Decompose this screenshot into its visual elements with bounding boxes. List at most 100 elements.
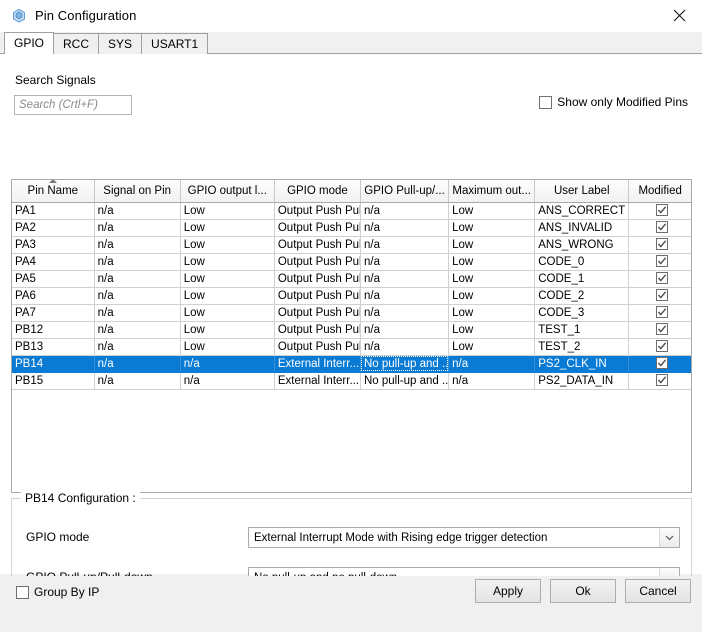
cell-pin-name: PA2 [12, 219, 95, 237]
col-header-gpio-output-level[interactable]: GPIO output l... [180, 180, 275, 203]
cell-modified-checkbox[interactable] [628, 202, 691, 220]
checkbox-checked-icon [655, 374, 668, 387]
tab-bar: GPIO RCC SYS USART1 [0, 32, 702, 54]
cell-pin-name: PA1 [12, 202, 95, 220]
group-by-ip-checkbox[interactable]: Group By IP [16, 585, 99, 599]
cell-pin-name: PA4 [12, 253, 95, 271]
cell-user-label: ANS_WRONG [534, 236, 630, 254]
table-row[interactable]: PA1 n/a Low Output Push Pull n/a Low ANS_CORRE… [12, 202, 691, 220]
tab-gpio[interactable]: GPIO [4, 32, 55, 54]
table-row[interactable]: PB13 n/a Low Output Push Pull n/a Low TEST_2 [12, 338, 691, 356]
cell-gpio-mode: Output Push Pull [274, 287, 361, 305]
cell-gpio-output-level: n/a [180, 372, 275, 390]
cell-gpio-output-level: Low [180, 287, 275, 305]
cell-pin-name: PA7 [12, 304, 95, 322]
cell-modified-checkbox[interactable] [628, 219, 691, 237]
col-header-gpio-mode[interactable]: GPIO mode [274, 180, 361, 203]
cell-modified-checkbox[interactable] [628, 372, 691, 390]
cell-modified-checkbox[interactable] [628, 355, 691, 373]
pin-table-grid: Pin Name Signal on Pin GPIO output l... … [12, 180, 691, 390]
tab-usart1[interactable]: USART1 [141, 33, 209, 54]
checkbox-checked-icon [655, 255, 668, 268]
chevron-down-icon [659, 528, 679, 547]
cell-modified-checkbox[interactable] [628, 236, 691, 254]
cell-gpio-mode: Output Push Pull [274, 219, 361, 237]
cell-gpio-pull: n/a [360, 338, 450, 356]
table-row[interactable]: PA3 n/a Low Output Push Pull n/a Low ANS_WRONG [12, 236, 691, 254]
cell-gpio-output-level: Low [180, 253, 275, 271]
groupbox-title: PB14 Configuration : [21, 491, 140, 505]
cell-gpio-mode: Output Push Pull [274, 236, 361, 254]
cell-modified-checkbox[interactable] [628, 270, 691, 288]
cell-pin-name: PA6 [12, 287, 95, 305]
gpio-tab-panel: Search Signals Show only Modified Pins P… [0, 54, 702, 630]
tab-sys[interactable]: SYS [98, 33, 143, 54]
col-header-user-label[interactable]: User Label [534, 180, 630, 203]
col-header-pin-name[interactable]: Pin Name [12, 180, 95, 203]
cell-maximum-output: Low [448, 287, 536, 305]
table-row[interactable]: PA5 n/a Low Output Push Pull n/a Low CODE_1 [12, 270, 691, 288]
search-input[interactable] [14, 95, 132, 115]
cell-maximum-output: Low [448, 270, 536, 288]
table-row[interactable]: PA4 n/a Low Output Push Pull n/a Low CODE_0 [12, 253, 691, 271]
cell-pin-name: PB13 [12, 338, 95, 356]
cell-signal-on-pin: n/a [94, 321, 181, 339]
table-row[interactable]: PB14 n/a n/a External Interr... No pull-up a… [12, 355, 691, 373]
pin-table[interactable]: Pin Name Signal on Pin GPIO output l... … [11, 179, 692, 493]
checkbox-checked-icon [655, 289, 668, 302]
cell-maximum-output: Low [448, 253, 536, 271]
table-row[interactable]: PB12 n/a Low Output Push Pull n/a Low TEST_1 [12, 321, 691, 339]
table-row[interactable]: PA7 n/a Low Output Push Pull n/a Low CODE_3 [12, 304, 691, 322]
search-signals-label: Search Signals [15, 73, 96, 87]
checkbox-checked-icon [655, 306, 668, 319]
cell-gpio-pull: n/a [360, 202, 450, 220]
checkbox-box [539, 95, 553, 109]
cell-gpio-mode: External Interr... [274, 355, 361, 373]
cell-signal-on-pin: n/a [94, 270, 181, 288]
cell-user-label: CODE_0 [534, 253, 630, 271]
cell-signal-on-pin: n/a [94, 355, 181, 373]
cell-pin-name: PA5 [12, 270, 95, 288]
show-only-modified-pins-checkbox[interactable]: Show only Modified Pins [539, 95, 688, 109]
cell-modified-checkbox[interactable] [628, 321, 691, 339]
gpio-mode-select[interactable]: External Interrupt Mode with Rising edge… [248, 527, 680, 548]
cell-maximum-output: Low [448, 304, 536, 322]
table-row[interactable]: PA2 n/a Low Output Push Pull n/a Low ANS_INVAL… [12, 219, 691, 237]
cancel-button[interactable]: Cancel [625, 579, 691, 603]
cell-signal-on-pin: n/a [94, 287, 181, 305]
cell-modified-checkbox[interactable] [628, 253, 691, 271]
cell-maximum-output: Low [448, 219, 536, 237]
cell-pin-name: PB12 [12, 321, 95, 339]
cell-modified-checkbox[interactable] [628, 304, 691, 322]
apply-button[interactable]: Apply [475, 579, 541, 603]
window-titlebar: Pin Configuration [0, 0, 702, 32]
cell-gpio-mode: Output Push Pull [274, 253, 361, 271]
cell-gpio-output-level: Low [180, 304, 275, 322]
cell-modified-checkbox[interactable] [628, 287, 691, 305]
col-header-maximum-output[interactable]: Maximum out... [448, 180, 536, 203]
col-header-signal-on-pin[interactable]: Signal on Pin [94, 180, 181, 203]
cell-gpio-output-level: n/a [180, 355, 275, 373]
col-header-modified[interactable]: Modified [628, 180, 691, 203]
cell-maximum-output: n/a [448, 355, 536, 373]
cell-gpio-pull: n/a [360, 287, 450, 305]
gpio-mode-value: External Interrupt Mode with Rising edge… [254, 531, 548, 544]
tab-rcc[interactable]: RCC [53, 33, 100, 54]
table-row[interactable]: PA6 n/a Low Output Push Pull n/a Low CODE_2 [12, 287, 691, 305]
close-icon[interactable] [657, 0, 702, 31]
cell-maximum-output: Low [448, 338, 536, 356]
checkbox-checked-icon [655, 204, 668, 217]
ok-button[interactable]: Ok [550, 579, 616, 603]
cell-user-label: PS2_CLK_IN [534, 355, 630, 373]
cell-signal-on-pin: n/a [94, 202, 181, 220]
cell-maximum-output: Low [448, 236, 536, 254]
col-header-gpio-pull[interactable]: GPIO Pull-up/... [360, 180, 450, 203]
cell-gpio-pull: n/a [360, 219, 450, 237]
cell-gpio-pull: n/a [360, 321, 450, 339]
table-row[interactable]: PB15 n/a n/a External Interr... No pull-up a… [12, 372, 691, 390]
cell-gpio-pull: n/a [360, 236, 450, 254]
cell-gpio-output-level: Low [180, 270, 275, 288]
cell-modified-checkbox[interactable] [628, 338, 691, 356]
cell-gpio-pull: No pull-up and ... [360, 372, 450, 390]
cell-user-label: CODE_1 [534, 270, 630, 288]
